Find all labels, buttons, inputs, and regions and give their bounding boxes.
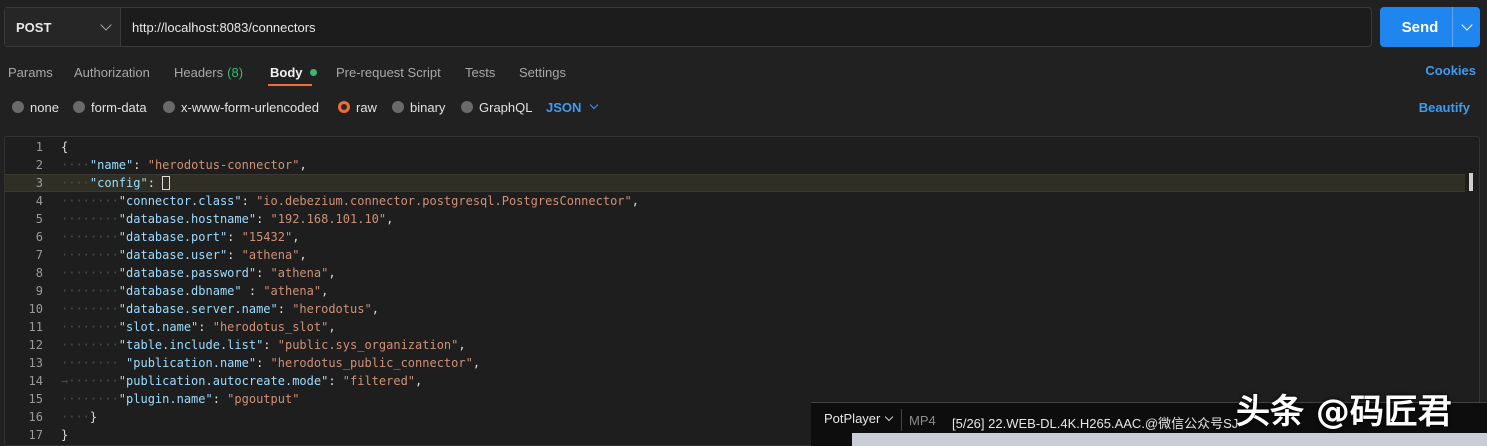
code-line[interactable]: 6 ········"database.port": "15432",: [5, 228, 1465, 246]
line-number: 11: [28, 320, 43, 334]
tab-pre-request-script[interactable]: Pre-request Script: [336, 56, 441, 88]
chevron-down-icon: [885, 412, 894, 421]
tab-headers[interactable]: Headers (8): [174, 56, 243, 88]
code-text: ········"table.include.list": "public.sy…: [61, 338, 466, 352]
chevron-down-icon: [1460, 19, 1473, 31]
line-number: 9: [35, 284, 43, 298]
code-text: {: [61, 140, 69, 154]
text-cursor: [162, 176, 171, 191]
line-number: 8: [35, 266, 43, 280]
line-number: 1: [35, 140, 43, 154]
divider: [901, 409, 902, 431]
beautify-link[interactable]: Beautify: [1419, 100, 1470, 115]
radio-circle-icon: [461, 101, 473, 113]
line-number: 15: [28, 392, 43, 406]
tab-tests[interactable]: Tests: [465, 56, 495, 88]
code-line[interactable]: 5 ········"database.hostname": "192.168.1…: [5, 210, 1465, 228]
watermark: 头条 @码匠君: [1236, 392, 1452, 432]
line-number: 17: [28, 428, 43, 442]
code-text: ········"database.dbname" : "athena",: [61, 284, 329, 298]
code-text: ····"config":: [61, 176, 171, 191]
line-number: 6: [35, 230, 43, 244]
code-line[interactable]: 9 ········"database.dbname" : "athena",: [5, 282, 1465, 300]
code-line[interactable]: 7 ········"database.user": "athena",: [5, 246, 1465, 264]
active-tab-underline: [268, 84, 312, 86]
player-title: [5/26] 22.WEB-DL.4K.H265.AAC.@微信公众号SJ: [952, 416, 1239, 431]
method-label: POST: [16, 19, 52, 35]
line-number: 10: [28, 302, 43, 316]
code-line[interactable]: 13 ········ "publication.name": "herodotu…: [5, 354, 1465, 372]
line-number: 14: [28, 374, 43, 388]
editor-scrollbar[interactable]: [1469, 173, 1473, 191]
line-number: 12: [28, 338, 43, 352]
line-number: 7: [35, 248, 43, 262]
player-menu[interactable]: PotPlayer: [824, 411, 894, 426]
method-select[interactable]: POST: [5, 8, 121, 46]
request-tabs: Params Authorization Headers (8) Body Pre…: [0, 56, 1487, 88]
code-text: ········ "publication.name": "herodotus_…: [61, 356, 481, 370]
line-number: 4: [35, 194, 43, 208]
request-bar: POST http://localhost:8083/connectors: [4, 7, 1372, 47]
code-line[interactable]: 1{: [5, 138, 1465, 156]
tab-settings[interactable]: Settings: [519, 56, 566, 88]
chevron-down-icon: [590, 100, 599, 110]
line-number: 16: [28, 410, 43, 424]
radio-circle-icon: [163, 101, 175, 113]
code-text: →·······"publication.autocreate.mode": "…: [61, 374, 423, 388]
code-text: ········"plugin.name": "pgoutput": [61, 392, 300, 406]
radio-x-www-form-urlencoded[interactable]: x-www-form-urlencoded: [163, 96, 319, 118]
line-number: 3: [35, 176, 43, 190]
tab-authorization[interactable]: Authorization: [74, 56, 150, 88]
body-type-options: none form-data x-www-form-urlencoded raw…: [0, 96, 1487, 118]
code-text: ········"slot.name": "herodotus_slot",: [61, 320, 336, 334]
code-line[interactable]: 4 ········"connector.class": "io.debezium…: [5, 192, 1465, 210]
code-line[interactable]: 8 ········"database.password": "athena",: [5, 264, 1465, 282]
code-text: ····"name": "herodotus-connector",: [61, 158, 307, 172]
headers-count: (8): [227, 64, 244, 80]
radio-form-data[interactable]: form-data: [73, 96, 147, 118]
radio-circle-icon: [12, 101, 24, 113]
code-text: ········"database.user": "athena",: [61, 248, 307, 262]
code-line[interactable]: 11 ········"slot.name": "herodotus_slot",: [5, 318, 1465, 336]
format-select[interactable]: JSON: [546, 96, 599, 118]
send-button[interactable]: Send: [1380, 7, 1480, 47]
send-options-button[interactable]: [1452, 7, 1480, 47]
code-text: ········"database.server.name": "herodot…: [61, 302, 379, 316]
radio-binary[interactable]: binary: [392, 96, 445, 118]
send-label: Send: [1401, 18, 1439, 36]
code-text: ········"database.port": "15432",: [61, 230, 300, 244]
radio-none[interactable]: none: [12, 96, 59, 118]
player-seek-strip: [852, 433, 1487, 446]
body-indicator-dot: [309, 68, 317, 76]
code-line[interactable]: 10 ········"database.server.name": "herod…: [5, 300, 1465, 318]
radio-selected-icon: [338, 101, 350, 113]
code-text: ········"database.password": "athena",: [61, 266, 336, 280]
cookies-link[interactable]: Cookies: [1425, 63, 1476, 78]
code-text: ········"database.hostname": "192.168.10…: [61, 212, 394, 226]
code-text: ····}: [61, 410, 98, 424]
code-text: }: [61, 428, 69, 442]
radio-circle-icon: [392, 101, 404, 113]
player-format: MP4: [909, 413, 936, 428]
code-line[interactable]: 12 ········"table.include.list": "public.…: [5, 336, 1465, 354]
chevron-down-icon: [100, 19, 112, 31]
format-label: JSON: [546, 99, 582, 115]
line-number: 2: [35, 158, 43, 172]
url-input[interactable]: http://localhost:8083/connectors: [121, 8, 1371, 46]
radio-circle-icon: [73, 101, 85, 113]
radio-graphql[interactable]: GraphQL: [461, 96, 532, 118]
code-line[interactable]: 3 ····"config":: [5, 174, 1465, 192]
line-number: 5: [35, 212, 43, 226]
code-line[interactable]: 2 ····"name": "herodotus-connector",: [5, 156, 1465, 174]
tab-params[interactable]: Params: [8, 56, 53, 88]
line-number: 13: [28, 356, 43, 370]
code-text: ········"connector.class": "io.debezium.…: [61, 194, 639, 208]
radio-raw[interactable]: raw: [338, 96, 377, 118]
